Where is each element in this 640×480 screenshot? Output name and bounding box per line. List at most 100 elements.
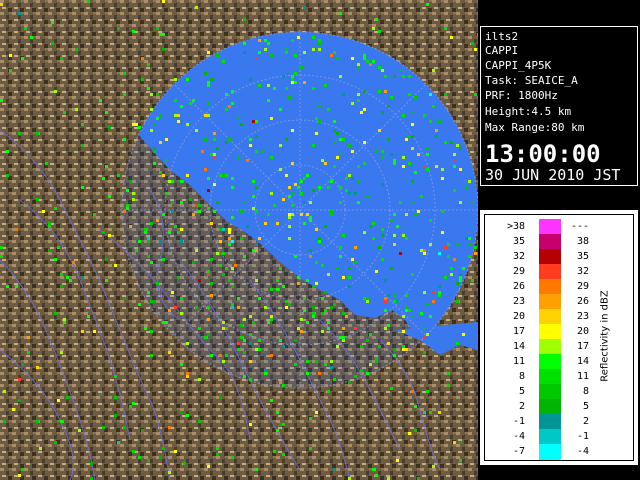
echo-pixel: [3, 420, 6, 423]
echo-pixel: [450, 141, 453, 144]
echo-pixel: [420, 195, 423, 198]
echo-pixel: [153, 123, 156, 126]
echo-pixel: [363, 162, 366, 165]
product-name: CAPPI_4P5K: [485, 59, 552, 72]
legend-lower-value: 29: [512, 266, 525, 277]
echo-pixel: [300, 66, 303, 69]
echo-pixel: [258, 339, 261, 342]
echo-pixel: [444, 141, 447, 144]
echo-pixel: [384, 327, 387, 330]
echo-pixel: [255, 150, 258, 153]
echo-pixel: [264, 372, 267, 375]
echo-pixel: [330, 360, 333, 363]
echo-pixel: [306, 321, 309, 324]
echo-pixel: [390, 153, 393, 156]
echo-pixel: [312, 312, 315, 315]
echo-pixel: [81, 123, 84, 126]
echo-pixel: [405, 309, 408, 312]
echo-pixel: [357, 180, 360, 183]
echo-pixel: [366, 60, 369, 63]
legend-color-swatch: [539, 264, 561, 280]
echo-pixel: [195, 129, 198, 132]
echo-pixel: [72, 261, 75, 264]
echo-pixel: [135, 123, 138, 126]
echo-pixel: [429, 219, 432, 222]
echo-pixel: [207, 177, 210, 180]
echo-pixel: [66, 276, 69, 279]
echo-pixel: [336, 57, 339, 60]
echo-pixel: [318, 42, 321, 45]
echo-pixel: [441, 210, 444, 213]
echo-pixel: [258, 39, 261, 42]
echo-pixel: [279, 339, 282, 342]
echo-pixel: [222, 252, 225, 255]
echo-pixel: [423, 252, 426, 255]
echo-pixel: [114, 414, 117, 417]
radar-map[interactable]: [0, 0, 478, 480]
legend-upper-value: 20: [576, 326, 589, 337]
echo-pixel: [447, 372, 450, 375]
legend-upper-value: -1: [576, 431, 589, 442]
echo-pixel: [228, 279, 231, 282]
echo-pixel: [168, 309, 171, 312]
echo-pixel: [339, 186, 342, 189]
echo-pixel: [186, 342, 189, 345]
echo-pixel: [357, 93, 360, 96]
echo-pixel: [333, 129, 336, 132]
echo-pixel: [375, 270, 378, 273]
echo-pixel: [237, 306, 240, 309]
legend-color-swatch: [539, 369, 561, 385]
echo-pixel: [132, 123, 135, 126]
echo-pixel: [381, 156, 384, 159]
echo-pixel: [18, 474, 21, 477]
echo-pixel: [354, 375, 357, 378]
echo-pixel: [438, 285, 441, 288]
echo-pixel: [306, 174, 309, 177]
echo-pixel: [315, 132, 318, 135]
echo-pixel: [12, 408, 15, 411]
echo-pixel: [342, 93, 345, 96]
legend-upper-value: 26: [576, 296, 589, 307]
echo-pixel: [309, 447, 312, 450]
echo-pixel: [354, 246, 357, 249]
echo-pixel: [168, 180, 171, 183]
echo-pixel: [243, 42, 246, 45]
echo-pixel: [285, 51, 288, 54]
echo-pixel: [117, 174, 120, 177]
echo-pixel: [459, 201, 462, 204]
echo-pixel: [342, 336, 345, 339]
echo-pixel: [375, 474, 378, 477]
echo-pixel: [81, 330, 84, 333]
echo-pixel: [207, 102, 210, 105]
legend-color-swatch: [539, 429, 561, 445]
echo-pixel: [216, 201, 219, 204]
echo-pixel: [108, 195, 111, 198]
echo-pixel: [210, 282, 213, 285]
echo-pixel: [414, 405, 417, 408]
echo-pixel: [138, 126, 141, 129]
echo-pixel: [330, 54, 333, 57]
echo-pixel: [441, 177, 444, 180]
echo-pixel: [138, 303, 141, 306]
echo-pixel: [291, 75, 294, 78]
echo-pixel: [162, 48, 165, 51]
echo-pixel: [81, 276, 84, 279]
echo-pixel: [105, 111, 108, 114]
echo-pixel: [318, 186, 321, 189]
echo-pixel: [462, 333, 465, 336]
echo-pixel: [384, 300, 387, 303]
echo-pixel: [54, 312, 57, 315]
echo-pixel: [126, 207, 129, 210]
echo-pixel: [231, 240, 234, 243]
echo-pixel: [180, 297, 183, 300]
echo-pixel: [228, 228, 231, 231]
echo-pixel: [0, 3, 3, 6]
echo-pixel: [450, 273, 453, 276]
echo-pixel: [165, 159, 168, 162]
echo-pixel: [186, 375, 189, 378]
echo-pixel: [459, 279, 462, 282]
echo-pixel: [282, 285, 285, 288]
echo-pixel: [333, 51, 336, 54]
echo-pixel: [387, 294, 390, 297]
echo-pixel: [324, 162, 327, 165]
